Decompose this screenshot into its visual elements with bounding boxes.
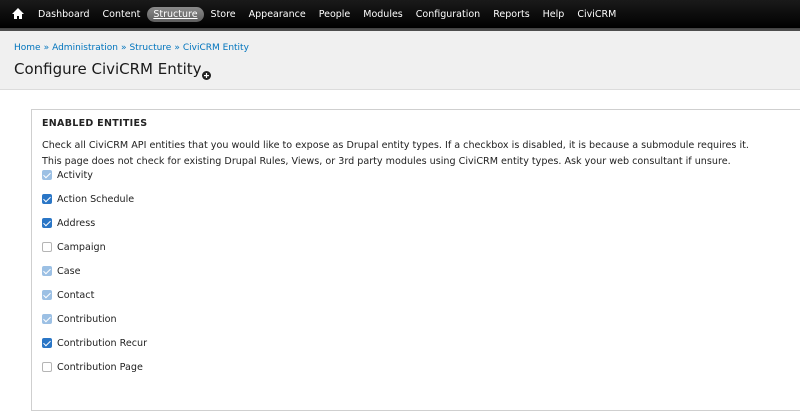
entity-checkbox [42, 314, 52, 324]
breadcrumb-separator: » [43, 43, 50, 53]
entity-checkbox-row: Contribution [42, 312, 117, 326]
entity-checkbox-row[interactable]: Contribution Page [42, 360, 143, 374]
entity-checkbox-label: Contribution Page [57, 361, 143, 373]
breadcrumb-separator: » [120, 43, 127, 53]
entity-checkbox-row: Activity [42, 168, 93, 182]
toolbar-item-structure[interactable]: Structure [147, 6, 204, 22]
toolbar-item-dashboard[interactable]: Dashboard [32, 7, 96, 22]
toolbar-item-content[interactable]: Content [97, 7, 147, 22]
toolbar-item-configuration[interactable]: Configuration [410, 7, 486, 22]
description-line-2: This page does not check for existing Dr… [42, 156, 731, 167]
description-line-1: Check all CiviCRM API entities that you … [42, 140, 749, 151]
toolbar-item-help[interactable]: Help [537, 7, 571, 22]
main-content: ENABLED ENTITIES Check all CiviCRM API e… [0, 90, 800, 411]
entity-checkbox [42, 290, 52, 300]
entity-checkbox-label: Contact [57, 289, 95, 301]
entity-checkbox-row: Case [42, 264, 80, 278]
entity-checkbox-row[interactable]: Contribution Recur [42, 336, 147, 350]
home-icon[interactable] [11, 6, 25, 22]
toolbar-item-reports[interactable]: Reports [487, 7, 535, 22]
toolbar-item-civicrm[interactable]: CiviCRM [571, 7, 622, 22]
entity-checkbox-label: Case [57, 265, 81, 277]
breadcrumb: Home» Administration» Structure» CiviCRM En… [14, 43, 249, 53]
entity-checkbox-label: Contribution Recur [57, 337, 148, 349]
entity-checkbox-row[interactable]: Campaign [42, 240, 106, 254]
entity-checkbox[interactable] [42, 338, 52, 348]
entity-checkbox-label: Action Schedule [57, 193, 135, 205]
entity-checkbox-label: Activity [57, 169, 93, 181]
entity-checkbox [42, 266, 52, 276]
entity-checkbox-row[interactable]: Action Schedule [42, 192, 134, 206]
add-shortcut-icon[interactable] [201, 66, 212, 80]
entity-checkbox-label: Contribution [57, 313, 117, 325]
breadcrumb-link[interactable]: Home [14, 43, 41, 53]
entity-checkbox-label: Address [57, 217, 96, 229]
toolbar-item-people[interactable]: People [313, 7, 357, 22]
breadcrumb-link[interactable]: Administration [52, 43, 118, 53]
entity-checkbox[interactable] [42, 362, 52, 372]
entity-checkbox [42, 170, 52, 180]
enabled-entities-fieldset: ENABLED ENTITIES Check all CiviCRM API e… [31, 109, 800, 411]
toolbar-item-modules[interactable]: Modules [357, 7, 409, 22]
entity-checkbox-row: Contact [42, 288, 94, 302]
breadcrumb-separator: » [174, 43, 180, 53]
admin-toolbar: Dashboard Content Structure Store Appearance… [0, 0, 800, 29]
breadcrumb-link[interactable]: Structure [129, 43, 171, 53]
breadcrumb-link[interactable]: CiviCRM Entity [183, 43, 249, 53]
fieldset-description: Check all CiviCRM API entities that you … [42, 138, 749, 170]
toolbar-item-store[interactable]: Store [205, 7, 242, 22]
entity-checkbox-label: Campaign [57, 241, 106, 253]
entity-checkbox[interactable] [42, 218, 52, 228]
toolbar-item-appearance[interactable]: Appearance [243, 7, 312, 22]
toolbar-menu: Dashboard Content Structure Store Appearance… [32, 0, 623, 28]
fieldset-legend: ENABLED ENTITIES [42, 118, 148, 129]
entity-checkbox-row[interactable]: Address [42, 216, 95, 230]
page-header: Home» Administration» Structure» CiviCRM En… [0, 31, 800, 90]
page-title: Configure CiviCRM Entity [14, 60, 202, 78]
entity-checkbox[interactable] [42, 194, 52, 204]
entity-checkbox[interactable] [42, 242, 52, 252]
